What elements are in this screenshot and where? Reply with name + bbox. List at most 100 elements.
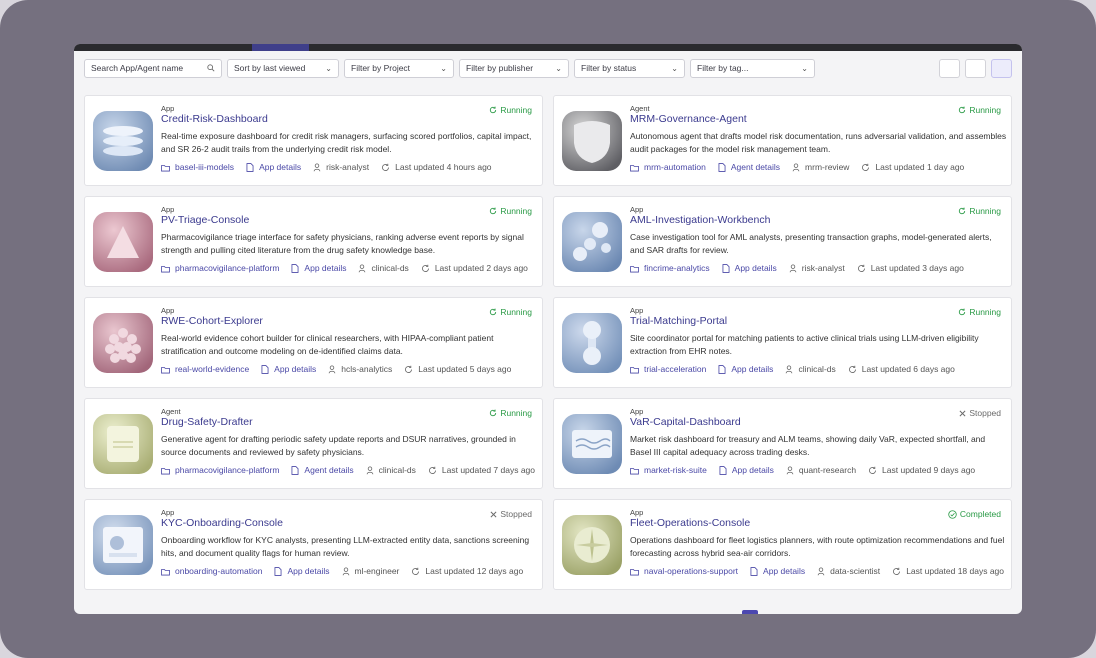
owner-name: mrm-review — [805, 162, 850, 172]
card-title[interactable]: Fleet-Operations-Console — [630, 517, 1001, 530]
refresh-icon — [490, 409, 497, 417]
card-kind: App — [161, 205, 175, 214]
search-input[interactable]: Search App/Agent name — [84, 58, 222, 78]
details-link[interactable]: Agent details — [718, 162, 780, 173]
app-card[interactable]: App VaR-Capital-Dashboard Stopped Market… — [553, 398, 1012, 489]
card-title[interactable]: MRM-Governance-Agent — [630, 113, 1001, 126]
user-icon — [786, 466, 794, 475]
project-name: naval-operations-support — [644, 566, 739, 576]
card-title[interactable]: Trial-Matching-Portal — [630, 315, 1001, 328]
app-card[interactable]: App KYC-Onboarding-Console Stopped Onboa… — [84, 499, 543, 590]
owner-name: clinical-ds — [798, 364, 836, 374]
card-title[interactable]: Drug-Safety-Drafter — [161, 416, 532, 429]
project-link[interactable]: trial-acceleration — [630, 364, 706, 375]
last-updated-text: Last updated 18 days ago — [906, 566, 1005, 576]
card-meta: naval-operations-support App details dat… — [630, 566, 1005, 577]
folder-icon — [161, 467, 170, 474]
card-kind: App — [630, 407, 644, 416]
card-kind: App — [161, 306, 175, 315]
app-card[interactable]: App Fleet-Operations-Console Completed O… — [553, 499, 1012, 590]
details-link[interactable]: App details — [750, 566, 805, 577]
refresh-icon — [405, 365, 413, 373]
status-label: Running — [969, 105, 1001, 115]
details-link[interactable]: App details — [291, 263, 346, 274]
view-toggle-button-active[interactable] — [991, 58, 1012, 78]
project-link[interactable]: basel-iii-models — [161, 162, 234, 173]
user-icon — [817, 567, 825, 576]
card-kind: Agent — [630, 104, 650, 113]
tag-filter-dropdown[interactable]: Filter by tag... ⌄ — [690, 58, 815, 78]
card-title[interactable]: PV-Triage-Console — [161, 214, 532, 227]
details-link[interactable]: App details — [722, 263, 777, 274]
folder-icon — [161, 265, 170, 272]
details-link[interactable]: App details — [719, 465, 774, 476]
status-badge: Stopped — [490, 509, 532, 519]
app-card[interactable]: App AML-Investigation-Workbench Running … — [553, 196, 1012, 287]
details-link[interactable]: App details — [246, 162, 301, 173]
tag-filter-label: Filter by tag... — [697, 63, 749, 73]
refresh-icon — [857, 264, 865, 272]
app-card[interactable]: App PV-Triage-Console Running Pharmacovi… — [84, 196, 543, 287]
folder-icon — [161, 568, 170, 575]
search-placeholder: Search App/Agent name — [91, 63, 184, 73]
app-card[interactable]: App Credit-Risk-Dashboard Running Real-t… — [84, 95, 543, 186]
card-title[interactable]: VaR-Capital-Dashboard — [630, 416, 1001, 429]
last-updated: Last updated 3 days ago — [857, 263, 964, 274]
project-filter-dropdown[interactable]: Filter by Project ⌄ — [344, 58, 454, 78]
project-link[interactable]: mrm-automation — [630, 162, 706, 173]
app-card[interactable]: App RWE-Cohort-Explorer Running Real-wor… — [84, 297, 543, 388]
project-link[interactable]: naval-operations-support — [630, 566, 738, 577]
document-icon — [274, 567, 282, 576]
details-label: App details — [731, 364, 774, 374]
id-card-icon — [93, 515, 153, 575]
sort-dropdown[interactable]: Sort by last viewed ⌄ — [227, 58, 339, 78]
refresh-icon — [848, 365, 856, 373]
details-link[interactable]: App details — [718, 364, 773, 375]
project-link[interactable]: pharmacovigilance-platform — [161, 465, 279, 476]
view-toggle-button[interactable] — [965, 58, 986, 78]
project-link[interactable]: real-world-evidence — [161, 364, 249, 375]
details-link[interactable]: Agent details — [291, 465, 354, 476]
status-filter-label: Filter by status — [581, 63, 637, 73]
device-frame: Search App/Agent name Sort by last viewe… — [0, 0, 1096, 658]
project-link[interactable]: onboarding-automation — [161, 566, 262, 577]
folder-icon — [630, 164, 639, 171]
pagination — [742, 610, 758, 614]
document-icon — [261, 365, 269, 374]
cluster-icon — [93, 313, 153, 373]
compass-icon — [562, 515, 622, 575]
card-kind: App — [630, 508, 644, 517]
project-link[interactable]: fincrime-analytics — [630, 263, 710, 274]
status-badge: Running — [958, 105, 1001, 115]
details-label: Agent details — [730, 162, 781, 172]
molecule-icon — [562, 212, 622, 272]
details-link[interactable]: App details — [261, 364, 316, 375]
current-page-button[interactable] — [742, 610, 758, 614]
active-nav-tab[interactable] — [252, 44, 309, 51]
publisher-filter-dropdown[interactable]: Filter by publisher ⌄ — [459, 58, 569, 78]
status-label: Running — [500, 206, 532, 216]
card-description: Generative agent for drafting periodic s… — [161, 434, 516, 457]
refresh-icon — [490, 106, 497, 114]
user-icon — [789, 264, 797, 273]
app-card[interactable]: App Trial-Matching-Portal Running Site c… — [553, 297, 1012, 388]
card-kind: Agent — [161, 407, 181, 416]
card-description: Real-time exposure dashboard for credit … — [161, 131, 532, 154]
app-card[interactable]: Agent Drug-Safety-Drafter Running Genera… — [84, 398, 543, 489]
last-updated-text: Last updated 2 days ago — [434, 263, 528, 273]
card-title[interactable]: KYC-Onboarding-Console — [161, 517, 532, 530]
project-link[interactable]: pharmacovigilance-platform — [161, 263, 279, 274]
refresh-icon — [959, 207, 966, 215]
card-kind: App — [161, 508, 175, 517]
details-label: App details — [763, 566, 806, 576]
project-link[interactable]: market-risk-suite — [630, 465, 707, 476]
details-link[interactable]: App details — [274, 566, 330, 577]
status-filter-dropdown[interactable]: Filter by status ⌄ — [574, 58, 685, 78]
card-title[interactable]: AML-Investigation-Workbench — [630, 214, 1001, 227]
last-updated-text: Last updated 4 hours ago — [395, 162, 492, 172]
view-toggle-button[interactable] — [939, 58, 960, 78]
card-title[interactable]: RWE-Cohort-Explorer — [161, 315, 532, 328]
card-title[interactable]: Credit-Risk-Dashboard — [161, 113, 532, 126]
last-updated-text: Last updated 12 days ago — [425, 566, 524, 576]
app-card[interactable]: Agent MRM-Governance-Agent Running Auton… — [553, 95, 1012, 186]
